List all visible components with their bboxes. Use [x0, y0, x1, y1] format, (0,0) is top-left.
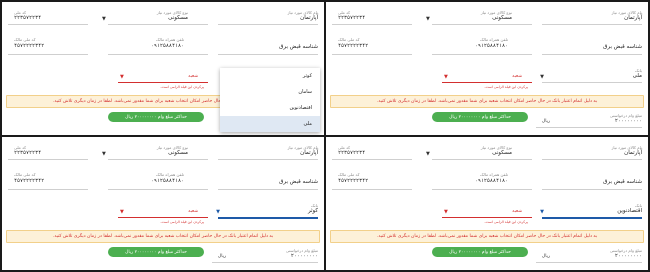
- chevron-down-icon[interactable]: ▼: [120, 209, 124, 215]
- shaba-label[interactable]: شناسه قبض برق: [603, 179, 642, 185]
- bank-option-melli[interactable]: ملی: [220, 116, 320, 132]
- phone-value[interactable]: ۰۹۱۲۵۸۸۴۱۸۰: [475, 43, 508, 49]
- amount-value[interactable]: ۲۰۰۰۰۰۰۰۰: [615, 253, 642, 259]
- chevron-down-icon[interactable]: ▼: [426, 151, 430, 157]
- form-panel-top-left: نام کالای مورد نیاز آپارتمان نوع کالای م…: [2, 2, 324, 135]
- product-value[interactable]: آپارتمان: [300, 15, 318, 21]
- chevron-down-icon[interactable]: ▼: [540, 209, 544, 215]
- chevron-down-icon[interactable]: ▼: [444, 74, 448, 80]
- account-value[interactable]: ۴۵۷۲۲۲۲۳۴۲: [338, 43, 368, 49]
- account-label: کد ملی مالک: [14, 37, 36, 42]
- type-value[interactable]: مسکونی: [492, 150, 512, 156]
- form-panel-bottom-right: نام کالای مورد نیاز آپارتمان نوع کالای م…: [326, 137, 648, 270]
- phone-label: تلفن همراه مالک: [155, 37, 184, 42]
- warning-banner: به دلیل اتمام اعتبار بانک در حال حاضر ام…: [330, 95, 644, 108]
- required-hint: پرکردن این فیلد الزامی است.: [160, 85, 204, 89]
- chevron-down-icon[interactable]: ▼: [426, 16, 430, 22]
- branch-field[interactable]: شعبه: [188, 74, 198, 79]
- type-value[interactable]: مسکونی: [492, 15, 512, 21]
- chevron-down-icon[interactable]: ▼: [540, 74, 544, 80]
- national-value[interactable]: ۲۲۳۵۷۲۲۳۴: [14, 150, 41, 156]
- shaba-label[interactable]: شناسه قبض برق: [279, 179, 318, 185]
- chevron-down-icon[interactable]: ▼: [102, 151, 106, 157]
- warning-banner: به دلیل اتمام اعتبار بانک در حال حاضر ام…: [330, 230, 644, 243]
- max-loan-button[interactable]: حداکثر مبلغ وام ۲۰۰۰۰۰۰۰۰ ریال: [108, 112, 204, 122]
- required-hint: پرکردن این فیلد الزامی است.: [160, 220, 204, 224]
- bank-option-kowsar[interactable]: کوثر: [220, 68, 320, 84]
- phone-label: تلفن همراه مالک: [479, 172, 508, 177]
- chevron-down-icon[interactable]: ▼: [216, 209, 220, 215]
- chevron-down-icon[interactable]: ▼: [444, 209, 448, 215]
- chevron-down-icon[interactable]: ▼: [102, 16, 106, 22]
- national-value[interactable]: ۲۲۳۵۷۲۲۳۴: [338, 150, 365, 156]
- amount-value[interactable]: ۲۰۰۰۰۰۰۰۰: [615, 118, 642, 124]
- product-value[interactable]: آپارتمان: [300, 150, 318, 156]
- required-hint: پرکردن این فیلد الزامی است.: [484, 85, 528, 89]
- branch-field[interactable]: شعبه: [188, 209, 198, 214]
- bank-option-saman[interactable]: سامان: [220, 84, 320, 100]
- currency-label: ریال: [217, 254, 226, 259]
- account-value[interactable]: ۴۵۷۲۲۲۲۳۴۲: [14, 178, 44, 184]
- account-value[interactable]: ۴۵۷۲۲۲۲۳۴۲: [14, 43, 44, 49]
- chevron-down-icon[interactable]: ▼: [120, 74, 124, 80]
- product-value[interactable]: آپارتمان: [624, 15, 642, 21]
- bank-option-eghtesad[interactable]: اقتصادنوین: [220, 100, 320, 116]
- bank-value[interactable]: کوثر: [308, 208, 318, 214]
- bank-value[interactable]: اقتصادنوین: [617, 208, 642, 214]
- required-hint: پرکردن این فیلد الزامی است.: [484, 220, 528, 224]
- currency-label: ریال: [541, 254, 550, 259]
- bank-dropdown-menu: کوثر سامان اقتصادنوین ملی: [220, 68, 320, 132]
- phone-label: تلفن همراه مالک: [479, 37, 508, 42]
- amount-value[interactable]: ۲۰۰۰۰۰۰۰۰: [291, 253, 318, 259]
- phone-value[interactable]: ۰۹۱۲۵۸۸۴۱۸۰: [151, 43, 184, 49]
- warning-banner: به دلیل اتمام اعتبار بانک در حال حاضر ام…: [6, 230, 320, 243]
- phone-value[interactable]: ۰۹۱۲۵۸۸۴۱۸۰: [151, 178, 184, 184]
- national-value[interactable]: ۲۲۳۵۷۲۲۳۴: [14, 15, 41, 21]
- type-value[interactable]: مسکونی: [168, 150, 188, 156]
- branch-field[interactable]: شعبه: [512, 74, 522, 79]
- shaba-label[interactable]: شناسه قبض برق: [279, 44, 318, 50]
- account-value[interactable]: ۴۵۷۲۲۲۲۳۴۲: [338, 178, 368, 184]
- currency-label: ریال: [541, 119, 550, 124]
- max-loan-button[interactable]: حداکثر مبلغ وام ۲۰۰۰۰۰۰۰۰ ریال: [108, 247, 204, 257]
- type-value[interactable]: مسکونی: [168, 15, 188, 21]
- account-label: کد ملی مالک: [14, 172, 36, 177]
- form-panel-top-right: نام کالای مورد نیاز آپارتمان نوع کالای م…: [326, 2, 648, 135]
- phone-label: تلفن همراه مالک: [155, 172, 184, 177]
- max-loan-button[interactable]: حداکثر مبلغ وام ۲۰۰۰۰۰۰۰۰ ریال: [432, 112, 528, 122]
- phone-value[interactable]: ۰۹۱۲۵۸۸۴۱۸۰: [475, 178, 508, 184]
- account-label: کد ملی مالک: [338, 37, 360, 42]
- branch-field[interactable]: شعبه: [512, 209, 522, 214]
- product-value[interactable]: آپارتمان: [624, 150, 642, 156]
- shaba-label[interactable]: شناسه قبض برق: [603, 44, 642, 50]
- account-label: کد ملی مالک: [338, 172, 360, 177]
- national-value[interactable]: ۲۲۳۵۷۲۲۳۴: [338, 15, 365, 21]
- max-loan-button[interactable]: حداکثر مبلغ وام ۲۰۰۰۰۰۰۰۰ ریال: [432, 247, 528, 257]
- bank-value[interactable]: ملی: [633, 73, 642, 79]
- form-panel-bottom-left: نام کالای مورد نیاز آپارتمان نوع کالای م…: [2, 137, 324, 270]
